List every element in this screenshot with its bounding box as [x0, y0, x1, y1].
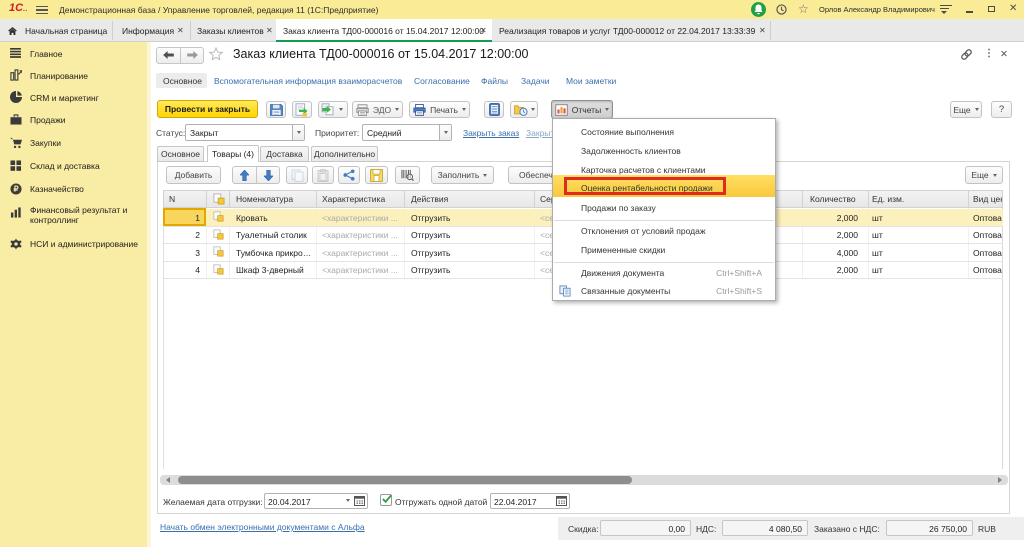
svg-text:₽: ₽ [14, 184, 19, 193]
